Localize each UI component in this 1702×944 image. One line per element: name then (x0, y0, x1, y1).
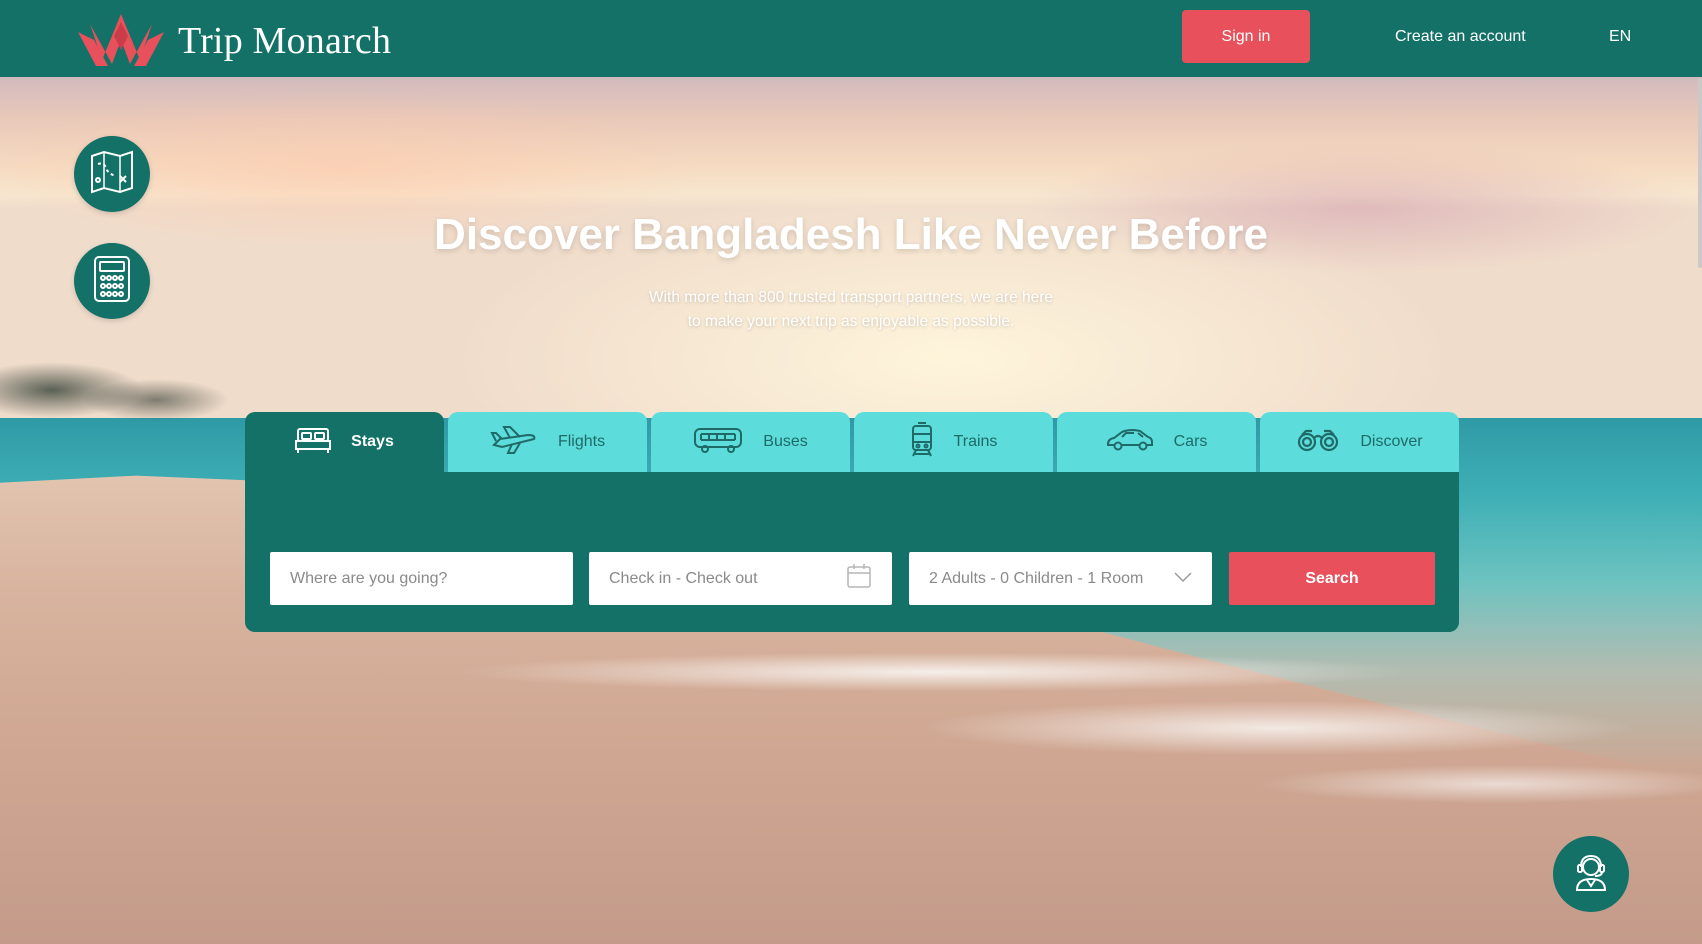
guests-rooms-select[interactable]: 2 Adults - 0 Children - 1 Room (909, 552, 1212, 605)
calendar-icon (846, 563, 872, 594)
airplane-icon (490, 425, 538, 460)
destination-input[interactable] (290, 569, 553, 588)
tab-label: Discover (1360, 433, 1423, 450)
tab-trains[interactable]: Trains (854, 412, 1053, 472)
tab-label: Stays (351, 433, 394, 450)
hero-subtitle-line-2: to make your next trip as enjoyable as p… (687, 313, 1015, 330)
destination-field[interactable] (270, 552, 573, 605)
tab-label: Buses (763, 433, 808, 450)
tab-stays[interactable]: Stays (245, 412, 444, 472)
train-icon (910, 421, 934, 463)
customer-support-button[interactable] (1553, 836, 1629, 912)
treasure-map-icon (88, 150, 136, 199)
binoculars-icon (1296, 428, 1340, 457)
top-navbar: Trip Monarch Sign in Create an account E… (0, 0, 1702, 77)
sign-in-button[interactable]: Sign in (1182, 10, 1310, 63)
logo[interactable]: Trip Monarch (74, 10, 391, 71)
hero-subtitle-line-1: With more than 800 trusted transport par… (648, 289, 1054, 306)
tab-discover[interactable]: Discover (1260, 412, 1459, 472)
hero-title: Discover Bangladesh Like Never Before (434, 210, 1268, 259)
search-button[interactable]: Search (1229, 552, 1435, 605)
language-selector[interactable]: EN (1609, 28, 1631, 46)
guests-rooms-value: 2 Adults - 0 Children - 1 Room (929, 569, 1144, 587)
logo-text: Trip Monarch (178, 19, 392, 62)
customer-support-icon (1571, 852, 1611, 897)
create-account-link[interactable]: Create an account (1395, 28, 1526, 46)
crown-logo-icon (74, 10, 168, 71)
map-button[interactable] (74, 136, 150, 212)
tab-flights[interactable]: Flights (448, 412, 647, 472)
search-panel: Check in - Check out 2 Adults - 0 Childr… (245, 472, 1459, 632)
tab-label: Trains (953, 433, 998, 450)
car-icon (1106, 428, 1154, 457)
tab-buses[interactable]: Buses (651, 412, 850, 472)
booking-tabs: Stays Flights Buses Trains Cars Discover (245, 412, 1459, 472)
bed-icon (295, 426, 332, 459)
bus-icon (693, 426, 743, 459)
tab-cars[interactable]: Cars (1057, 412, 1256, 472)
tab-label: Cars (1173, 433, 1208, 450)
date-range-field[interactable]: Check in - Check out (589, 552, 892, 605)
date-range-placeholder: Check in - Check out (609, 569, 758, 587)
chevron-down-icon (1174, 570, 1192, 588)
palm-trees (0, 330, 260, 430)
hero-subtitle: With more than 800 trusted transport par… (0, 286, 1702, 334)
tab-label: Flights (557, 433, 606, 450)
